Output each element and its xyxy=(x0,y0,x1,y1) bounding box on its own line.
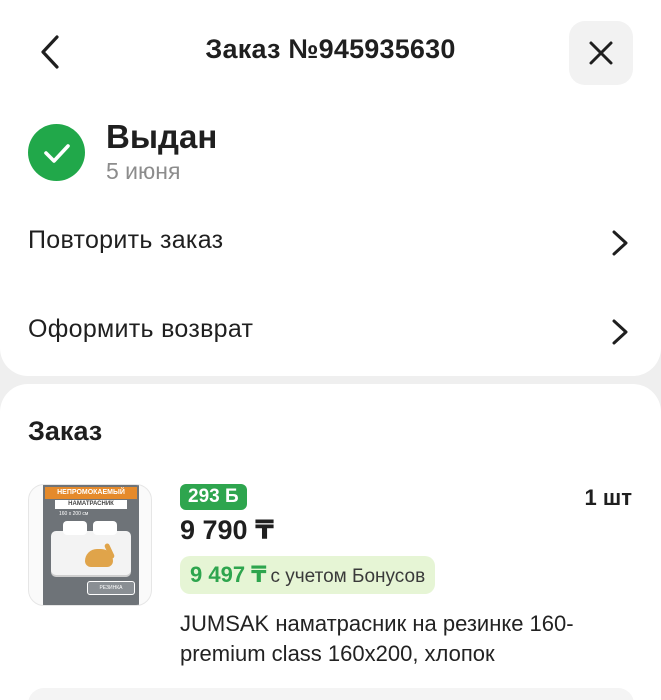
chevron-right-icon xyxy=(612,319,628,345)
order-status-card: Заказ №945935630 Выдан 5 июня Повторить … xyxy=(0,0,661,376)
item-quantity: 1 шт xyxy=(584,485,632,510)
close-button[interactable] xyxy=(569,21,633,85)
order-items-card: Заказ НЕПРОМОКАЕМЫЙ НАМАТРАСНИК 160 x 20… xyxy=(0,384,661,700)
pillow-graphic xyxy=(63,521,87,535)
image-size-text: 160 x 200 см xyxy=(59,511,89,517)
elephant-icon xyxy=(85,549,113,567)
next-section-card xyxy=(28,688,634,700)
return-order-button[interactable]: Оформить возврат xyxy=(0,301,661,361)
product-image[interactable]: НЕПРОМОКАЕМЫЙ НАМАТРАСНИК 160 x 200 см Р… xyxy=(28,484,152,606)
image-subtitle-text: НАМАТРАСНИК xyxy=(55,500,127,509)
pillow-graphic xyxy=(93,521,117,535)
product-name-link[interactable]: JUMSAK наматрасник на резинке 160-premiu… xyxy=(180,609,640,669)
section-title: Заказ xyxy=(28,416,103,446)
image-banner-text: НЕПРОМОКАЕМЫЙ xyxy=(45,487,137,499)
repeat-order-label: Повторить заказ xyxy=(28,226,224,254)
item-price: 9 790 ₸ xyxy=(180,515,274,545)
status-title: Выдан xyxy=(106,118,218,155)
return-order-label: Оформить возврат xyxy=(28,315,254,343)
bonus-price-amount: 9 497 ₸ xyxy=(190,562,267,587)
back-button[interactable] xyxy=(30,30,70,74)
status-date: 5 июня xyxy=(106,158,181,184)
close-icon xyxy=(589,41,613,65)
header: Заказ №945935630 xyxy=(0,0,661,104)
check-circle-icon xyxy=(28,124,85,181)
bonus-price-note: с учетом Бонусов xyxy=(270,566,426,587)
repeat-order-button[interactable]: Повторить заказ xyxy=(0,212,661,272)
page-title: Заказ №945935630 xyxy=(205,34,456,64)
bonus-price-badge: 9 497 ₸ с учетом Бонусов xyxy=(180,556,436,594)
chevron-right-icon xyxy=(612,230,628,256)
image-logo-text: РЕЗИНКА xyxy=(87,581,135,595)
chevron-left-icon xyxy=(41,35,59,69)
bonus-badge: 293 Б xyxy=(180,484,247,510)
